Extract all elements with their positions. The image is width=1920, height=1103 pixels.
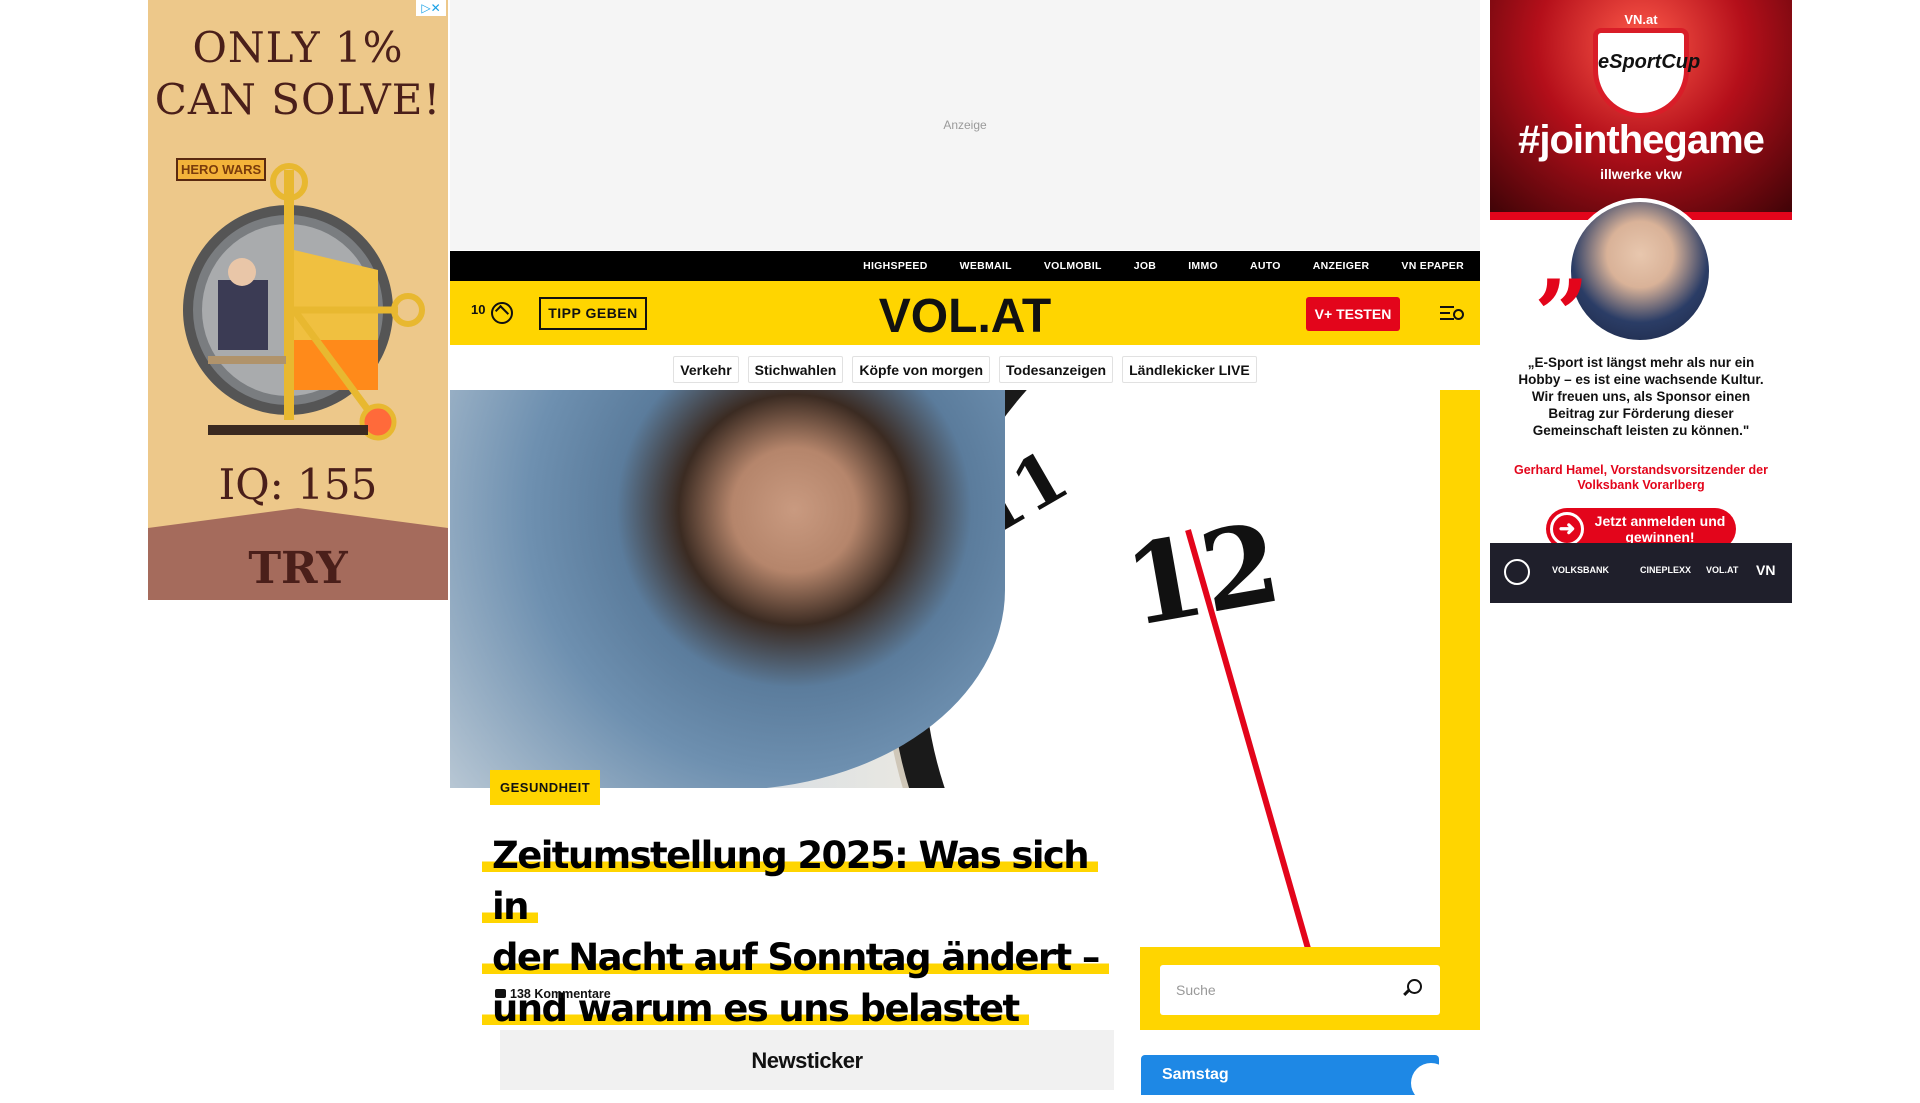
newsticker-box: Newsticker — [500, 1030, 1114, 1090]
right-skyscraper-ad[interactable]: VN.at eSportCup #jointhegame illwerke vk… — [1490, 0, 1792, 603]
category-chip-stichwahlen[interactable]: Stichwahlen — [747, 356, 844, 383]
quote-mark-icon: ” — [1534, 259, 1590, 372]
league-badge-icon — [1504, 559, 1530, 585]
arrow-right-icon: ➜ — [1550, 512, 1584, 546]
topbar-link-auto[interactable]: AUTO — [1250, 251, 1281, 281]
main-header: 10 TIPP GEBEN VOL.AT V+ TESTEN — [450, 281, 1480, 345]
category-chip-todesanzeigen[interactable]: Todesanzeigen — [999, 356, 1114, 383]
weather-day: Samstag — [1162, 1066, 1229, 1083]
search-input[interactable] — [1176, 979, 1376, 1001]
search-box — [1160, 965, 1440, 1015]
category-chip-koepfe-von-morgen[interactable]: Köpfe von morgen — [852, 356, 991, 383]
comment-icon — [495, 989, 506, 998]
newsticker-heading: Newsticker — [751, 1048, 863, 1073]
adchoices-icon[interactable]: ▷✕ — [416, 0, 446, 16]
ad-headline: ONLY 1% CAN SOLVE! — [154, 23, 442, 124]
ad-powered-by: illwerke vkw — [1600, 166, 1682, 182]
ad-puzzle-illustration — [183, 163, 425, 441]
topbar-link-immo[interactable]: IMMO — [1188, 251, 1218, 281]
temperature-value[interactable]: 10 — [471, 302, 485, 317]
category-tag[interactable]: GESUNDHEIT — [490, 770, 601, 805]
ad-try-button[interactable]: TRY — [148, 543, 448, 594]
stressed-man-photo — [450, 390, 1005, 790]
tipp-geben-button[interactable]: TIPP GEBEN — [539, 297, 647, 330]
ad-sponsor-logos: VOLKSBANK CINEPLEXX VOL.AT VN — [1490, 543, 1792, 603]
topbar-link-vn-epaper[interactable]: VN EPAPER — [1401, 251, 1464, 281]
hero-article[interactable]: 11 12 GESUNDHEIT Zeitumstellung 2025: Wa… — [450, 390, 1480, 1030]
topbar-link-volmobil[interactable]: VOLMOBIL — [1044, 251, 1102, 281]
topbar-link-job[interactable]: JOB — [1134, 251, 1157, 281]
menu-search-icon[interactable] — [1440, 303, 1464, 323]
ad-iq-text: IQ: 155 — [218, 460, 378, 509]
search-icon[interactable] — [1407, 979, 1422, 994]
ad-hashtag: #jointhegame — [1518, 118, 1765, 162]
weather-widget[interactable]: Samstag — [1141, 1055, 1451, 1103]
service-topbar: HIGHSPEED WEBMAIL VOLMOBIL JOB IMMO AUTO… — [450, 251, 1480, 281]
category-nav: Verkehr Stichwahlen Köpfe von morgen Tod… — [450, 345, 1480, 390]
comments-link[interactable]: 138 Kommentare — [495, 987, 611, 1001]
weather-sun-icon — [1411, 1063, 1451, 1103]
ad-vnat-label: VN.at — [1624, 12, 1658, 27]
topbar-link-anzeiger[interactable]: ANZEIGER — [1313, 251, 1370, 281]
category-chip-verkehr[interactable]: Verkehr — [673, 356, 739, 383]
vplus-testen-button[interactable]: V+ TESTEN — [1306, 297, 1400, 331]
ad-quote: „E-Sport ist längst mehr als nur ein Hob… — [1518, 355, 1764, 438]
ad-label: Anzeige — [943, 118, 987, 132]
weather-cloud-icon[interactable] — [491, 302, 513, 324]
top-ad-slot: Anzeige — [450, 0, 1480, 250]
topbar-link-highspeed[interactable]: HIGHSPEED — [863, 251, 928, 281]
ad-quote-author: Gerhard Hamel, Vorstandsvorsitzender der… — [1513, 463, 1769, 492]
left-skyscraper-ad[interactable]: ▷✕ ONLY 1% CAN SOLVE! HERO WARS IQ: 155 … — [148, 0, 448, 600]
category-chip-laendlekicker-live[interactable]: Ländlekicker LIVE — [1122, 356, 1257, 383]
topbar-link-webmail[interactable]: WEBMAIL — [960, 251, 1012, 281]
